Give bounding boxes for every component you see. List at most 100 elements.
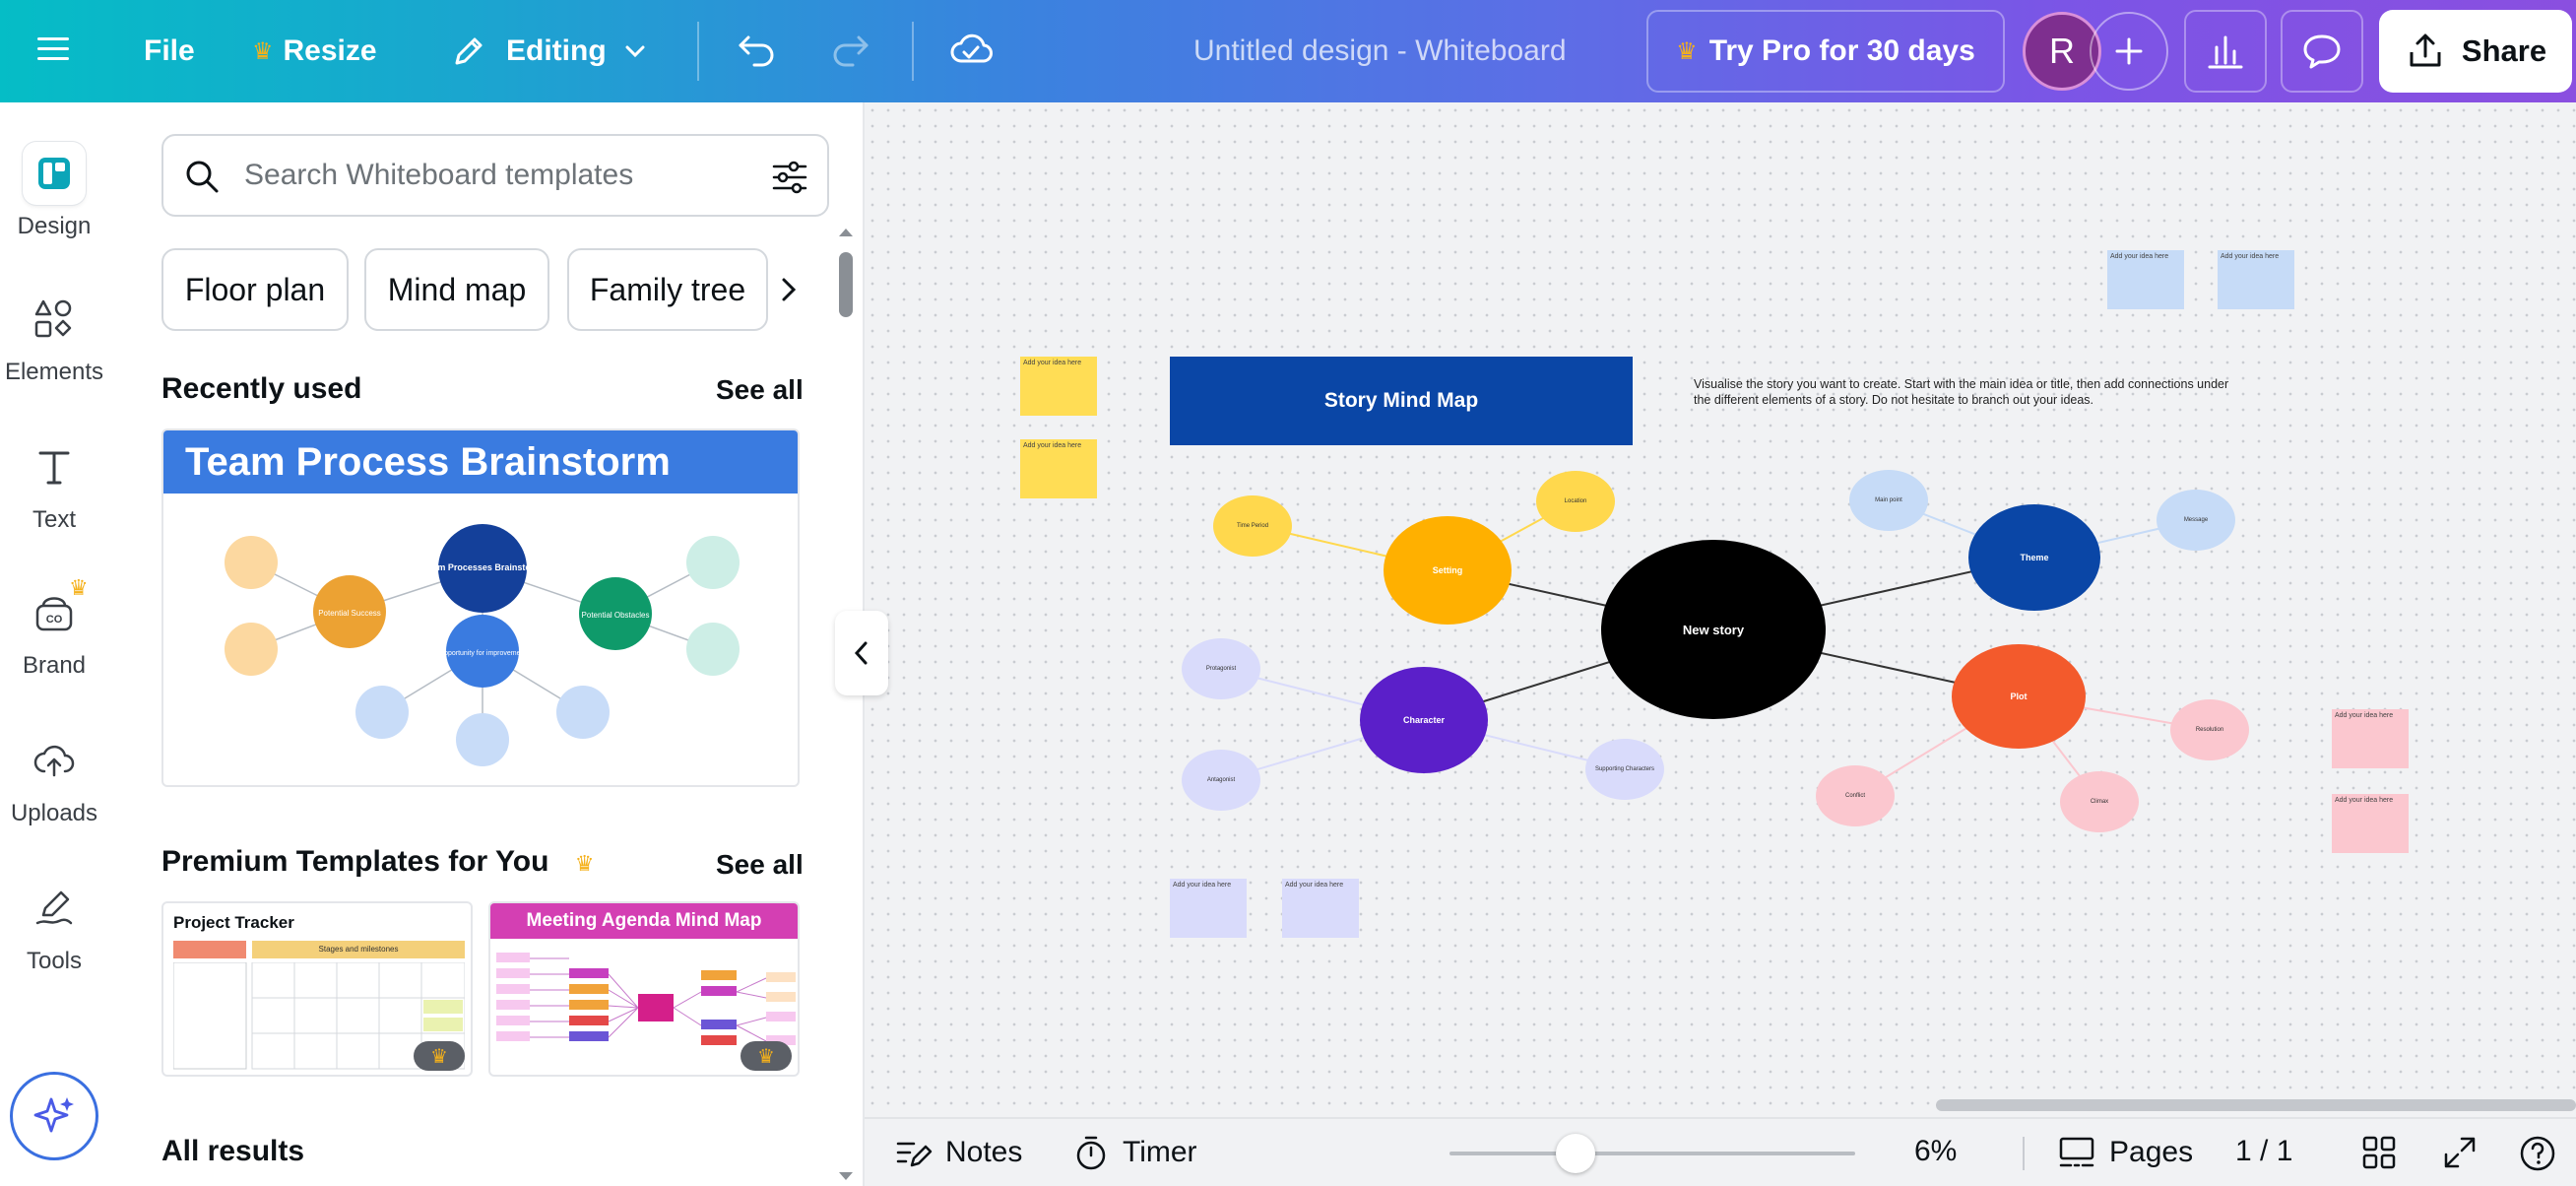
- premium-heading: Premium Templates for You ♛: [161, 845, 595, 879]
- zoom-level[interactable]: 6%: [1914, 1135, 1957, 1168]
- node-protagonist[interactable]: Protagonist: [1182, 638, 1260, 699]
- template-card-project-tracker[interactable]: Project Tracker Stages and milestones ♛: [161, 901, 473, 1077]
- node-setting[interactable]: Setting: [1384, 516, 1512, 625]
- resize-button[interactable]: ♛ Resize: [252, 26, 377, 77]
- pages-button[interactable]: Pages: [2056, 1131, 2193, 1174]
- share-button[interactable]: Share: [2379, 10, 2572, 93]
- template-card-team-process[interactable]: Team Process Brainstorm Team Processes B…: [161, 428, 800, 787]
- chip-family-tree[interactable]: Family tree: [567, 248, 768, 331]
- elements-icon: [23, 288, 86, 351]
- node-theme[interactable]: Theme: [1968, 504, 2100, 611]
- center-node[interactable]: New story: [1601, 540, 1826, 719]
- crown-icon: ♛: [430, 1045, 448, 1068]
- thumb-node-label: Opportunity for improvement: [439, 650, 527, 657]
- chip-label: Mind map: [387, 271, 527, 307]
- rail-label-design: Design: [17, 213, 92, 239]
- node-location[interactable]: Location: [1536, 471, 1615, 532]
- tools-icon: [23, 877, 86, 940]
- text-icon: [23, 435, 86, 498]
- all-results-heading: All results: [161, 1135, 305, 1167]
- node-message[interactable]: Message: [2157, 490, 2235, 551]
- node-plot[interactable]: Plot: [1952, 644, 2086, 749]
- fullscreen-button[interactable]: [2440, 1133, 2479, 1180]
- rail-label-uploads: Uploads: [10, 800, 98, 826]
- bottom-divider: [2023, 1137, 2025, 1170]
- rail-item-uploads[interactable]: Uploads: [0, 729, 108, 827]
- recently-used-see-all[interactable]: See all: [716, 374, 804, 406]
- menu-icon[interactable]: [33, 30, 73, 69]
- crown-icon: ♛: [574, 851, 595, 876]
- expand-icon: [2444, 1137, 2476, 1168]
- chevron-left-icon: [854, 641, 868, 665]
- document-title-text: Untitled design - Whiteboard: [1193, 34, 1567, 67]
- rail-item-brand[interactable]: ♛ CO Brand: [0, 575, 108, 680]
- node-character[interactable]: Character: [1360, 667, 1488, 773]
- rail-label-text: Text: [32, 506, 76, 533]
- chips-next-button[interactable]: [772, 266, 805, 313]
- upload-share-icon: [2410, 33, 2441, 67]
- chip-mind-map[interactable]: Mind map: [364, 248, 549, 331]
- top-toolbar: File ♛ Resize Editing Untitled design - …: [0, 0, 2576, 102]
- zoom-slider[interactable]: [1449, 1134, 1855, 1173]
- page-counter[interactable]: 1 / 1: [2235, 1135, 2292, 1168]
- bottom-bar: Notes Timer 6% Pages 1 / 1: [865, 1117, 2576, 1186]
- editing-label: Editing: [506, 34, 607, 67]
- timer-button[interactable]: Timer: [1071, 1131, 1197, 1174]
- try-pro-button[interactable]: ♛ Try Pro for 30 days: [1646, 10, 2005, 93]
- node-time-period[interactable]: Time Period: [1213, 495, 1292, 557]
- grid-view-button[interactable]: [2359, 1133, 2399, 1180]
- node-main-point[interactable]: Main point: [1849, 470, 1928, 531]
- zoom-slider-thumb[interactable]: [1555, 1134, 1595, 1173]
- undo-button[interactable]: [735, 28, 778, 71]
- chip-floor-plan[interactable]: Floor plan: [161, 248, 349, 331]
- editing-mode-dropdown[interactable]: Editing: [449, 26, 648, 77]
- panel-scrollbar[interactable]: [835, 223, 857, 1186]
- redo-button[interactable]: [829, 28, 872, 71]
- document-title[interactable]: Untitled design - Whiteboard: [1193, 26, 1567, 77]
- node-conflict[interactable]: Conflict: [1816, 765, 1895, 826]
- filter-sliders-icon[interactable]: [768, 156, 811, 199]
- scroll-down-icon: [839, 1172, 853, 1180]
- comments-button[interactable]: [2281, 10, 2363, 93]
- node-antagonist[interactable]: Antagonist: [1182, 750, 1260, 811]
- tracker-stage-header: Stages and milestones: [252, 941, 465, 958]
- uploads-icon: [23, 729, 86, 792]
- file-menu-button[interactable]: File: [144, 26, 195, 77]
- rail-item-tools[interactable]: Tools: [0, 877, 108, 975]
- team-process-thumbnail: Team Processes Brainstorm Potential Succ…: [225, 524, 740, 766]
- node-climax[interactable]: Climax: [2060, 771, 2139, 832]
- chip-label: Floor plan: [184, 271, 326, 307]
- cloud-save-status[interactable]: [947, 26, 995, 73]
- panel-scroll-thumb[interactable]: [839, 252, 853, 317]
- rail-item-text[interactable]: Text: [0, 435, 108, 534]
- notes-button[interactable]: Notes: [892, 1131, 1022, 1174]
- sparkle-icon: [33, 1097, 74, 1133]
- add-collaborator-button[interactable]: [2090, 12, 2168, 91]
- chevron-down-icon: [622, 38, 648, 64]
- search-input[interactable]: Search Whiteboard templates: [244, 159, 633, 192]
- node-resolution[interactable]: Resolution: [2170, 699, 2249, 760]
- pages-icon: [2059, 1137, 2094, 1167]
- recently-used-heading: Recently used: [161, 372, 362, 405]
- whiteboard-canvas[interactable]: Add your idea here Add your idea here Ad…: [865, 102, 2576, 1117]
- pages-label: Pages: [2109, 1136, 2194, 1168]
- crown-icon: ♛: [757, 1045, 775, 1068]
- rail-item-design[interactable]: Design: [0, 142, 108, 240]
- premium-crown-badge: ♛: [414, 1041, 465, 1071]
- crown-icon: ♛: [252, 37, 274, 65]
- rail-item-elements[interactable]: Elements: [0, 288, 108, 386]
- toolbar-divider: [912, 22, 914, 81]
- magic-ai-button[interactable]: [10, 1072, 98, 1160]
- premium-see-all[interactable]: See all: [716, 849, 804, 881]
- insights-button[interactable]: [2184, 10, 2267, 93]
- template-search-box[interactable]: Search Whiteboard templates: [161, 134, 829, 217]
- canvas-horizontal-scrollbar[interactable]: [1936, 1099, 2576, 1111]
- node-supporting-characters[interactable]: Supporting Characters: [1585, 739, 1664, 800]
- help-button[interactable]: [2517, 1133, 2558, 1182]
- crown-icon: ♛: [1676, 37, 1698, 65]
- rail-label-brand: Brand: [22, 652, 87, 679]
- collapse-panel-button[interactable]: [835, 611, 888, 695]
- chip-label: Family tree: [589, 271, 746, 307]
- notes-icon: [896, 1142, 933, 1167]
- template-card-meeting-agenda[interactable]: Meeting Agenda Mind Map ♛: [488, 901, 800, 1077]
